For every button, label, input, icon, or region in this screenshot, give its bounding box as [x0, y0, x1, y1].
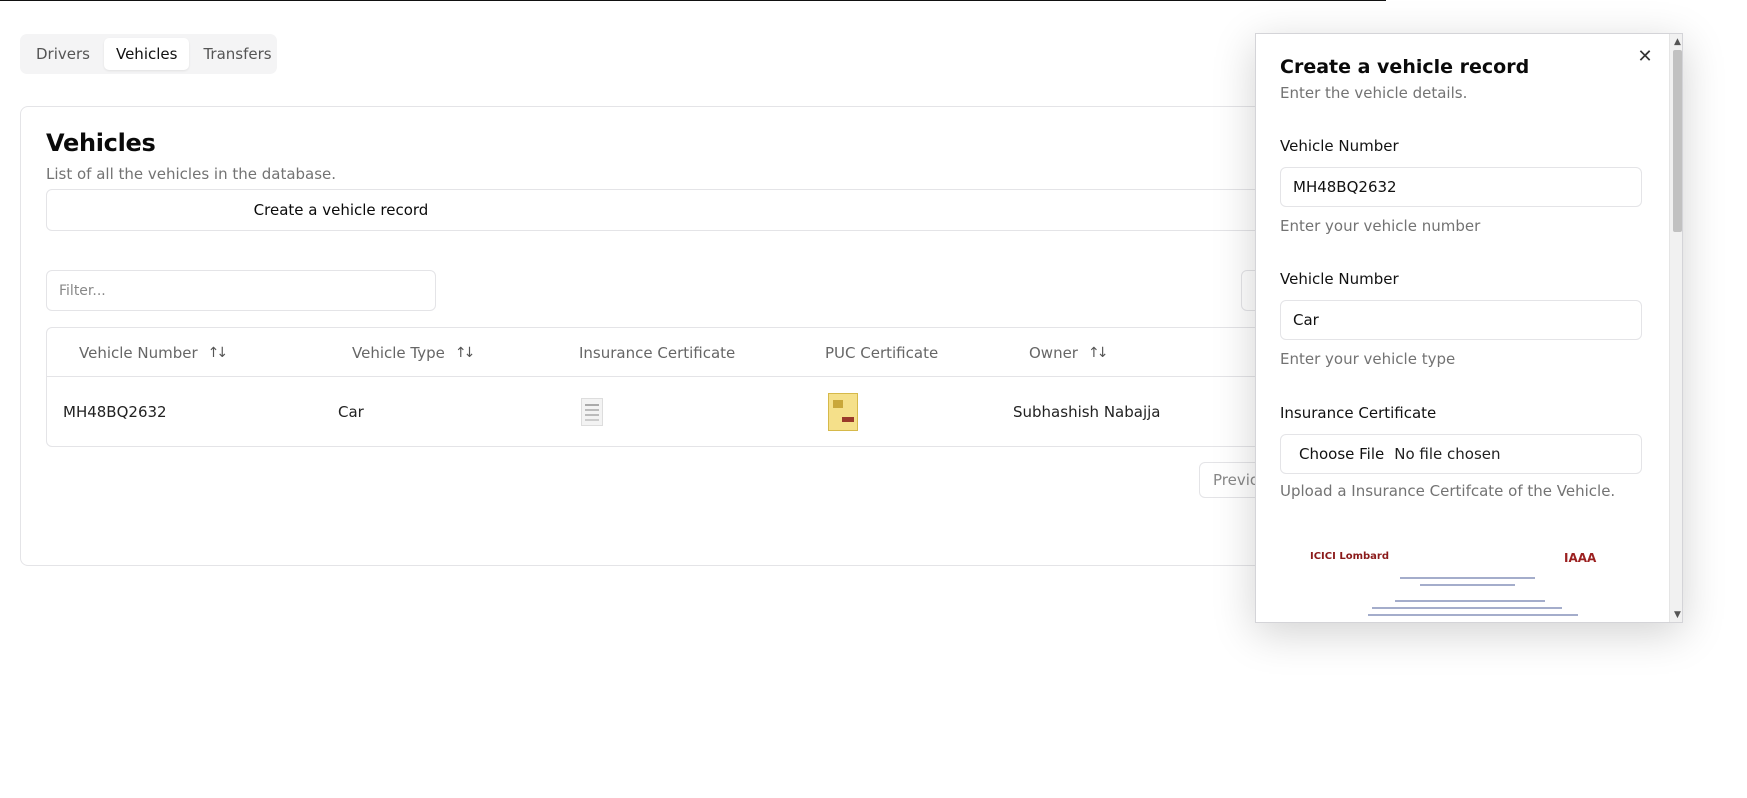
- vehicle-number-input[interactable]: [1280, 167, 1642, 207]
- puc-certificate-thumbnail[interactable]: [828, 393, 858, 431]
- insurance-certificate-label: Insurance Certificate: [1280, 404, 1437, 422]
- cell-puc: [828, 377, 858, 447]
- table-row[interactable]: MH48BQ2632 Car Subhashish Nabajja: [47, 377, 1385, 447]
- vehicle-type-help: Enter your vehicle type: [1280, 350, 1456, 368]
- column-header-label: PUC Certificate: [825, 343, 939, 362]
- cell-vehicle-type: Car: [338, 403, 364, 421]
- vehicle-number-label: Vehicle Number: [1280, 137, 1399, 155]
- dialog-content: ✕ Create a vehicle record Enter the vehi…: [1256, 34, 1669, 622]
- vehicle-type-input[interactable]: [1280, 300, 1642, 340]
- column-header-puc: PUC Certificate: [825, 328, 938, 377]
- dialog-subtitle: Enter the vehicle details.: [1280, 84, 1468, 102]
- tab-transfers[interactable]: Transfers: [191, 38, 283, 70]
- dialog-scrollbar[interactable]: ▲ ▼: [1669, 34, 1682, 622]
- insurer-logo: ICICI Lombard: [1310, 551, 1389, 562]
- scrollbar-thumb[interactable]: [1673, 50, 1682, 232]
- insurer-seal: IAAA: [1564, 551, 1597, 565]
- create-vehicle-dialog: ✕ Create a vehicle record Enter the vehi…: [1255, 33, 1683, 623]
- tab-drivers[interactable]: Drivers: [24, 38, 102, 70]
- insurance-preview-image: ICICI Lombard IAAA: [1280, 539, 1642, 622]
- preview-text-line: [1400, 577, 1535, 579]
- column-header-vehicle-number[interactable]: Vehicle Number ↑↓: [79, 328, 229, 377]
- close-icon[interactable]: ✕: [1635, 46, 1655, 67]
- insurance-help: Upload a Insurance Certifcate of the Veh…: [1280, 482, 1616, 500]
- table-header: Vehicle Number ↑↓ Vehicle Type ↑↓ Insura…: [47, 328, 1385, 377]
- preview-text-line: [1395, 600, 1545, 602]
- vehicle-type-label: Vehicle Number: [1280, 270, 1399, 288]
- insurance-certificate-thumbnail[interactable]: [581, 398, 603, 426]
- cell-vehicle-number: MH48BQ2632: [63, 403, 167, 421]
- vehicles-table: Vehicle Number ↑↓ Vehicle Type ↑↓ Insura…: [46, 327, 1386, 447]
- tab-list: Drivers Vehicles Transfers: [20, 34, 277, 74]
- column-header-owner[interactable]: Owner ↑↓: [1029, 328, 1109, 377]
- create-vehicle-button[interactable]: Create a vehicle record: [46, 189, 1386, 231]
- cell-insurance: [581, 377, 603, 447]
- dialog-title: Create a vehicle record: [1280, 56, 1530, 78]
- column-header-vehicle-type[interactable]: Vehicle Type ↑↓: [352, 328, 476, 377]
- tab-vehicles[interactable]: Vehicles: [103, 38, 190, 70]
- page-subtitle: List of all the vehicles in the database…: [46, 165, 337, 183]
- column-header-label: Owner: [1029, 343, 1078, 362]
- column-header-label: Vehicle Type: [352, 343, 445, 362]
- filter-input[interactable]: [46, 270, 436, 311]
- cell-owner: Subhashish Nabajja: [1013, 403, 1161, 421]
- sort-arrows-icon[interactable]: ↑↓: [208, 345, 229, 361]
- sort-arrows-icon[interactable]: ↑↓: [455, 345, 476, 361]
- scroll-down-arrow-icon[interactable]: ▼: [1670, 607, 1682, 622]
- vehicle-number-help: Enter your vehicle number: [1280, 217, 1481, 235]
- sort-arrows-icon[interactable]: ↑↓: [1088, 345, 1109, 361]
- insurance-file-input[interactable]: Choose File No file chosen: [1280, 434, 1642, 474]
- scroll-up-arrow-icon[interactable]: ▲: [1670, 34, 1682, 49]
- preview-text-line: [1368, 614, 1578, 616]
- create-vehicle-button-label: Create a vehicle record: [253, 201, 429, 219]
- preview-text-line: [1372, 607, 1562, 609]
- column-header-label: Vehicle Number: [79, 343, 198, 362]
- page-title: Vehicles: [46, 129, 156, 157]
- column-header-insurance: Insurance Certificate: [579, 328, 735, 377]
- file-status: No file chosen: [1394, 445, 1501, 463]
- choose-file-button[interactable]: Choose File: [1299, 445, 1384, 463]
- vehicles-card: Vehicles List of all the vehicles in the…: [20, 106, 1400, 566]
- top-divider: [0, 0, 1386, 1]
- preview-text-line: [1420, 584, 1515, 586]
- column-header-label: Insurance Certificate: [579, 343, 736, 362]
